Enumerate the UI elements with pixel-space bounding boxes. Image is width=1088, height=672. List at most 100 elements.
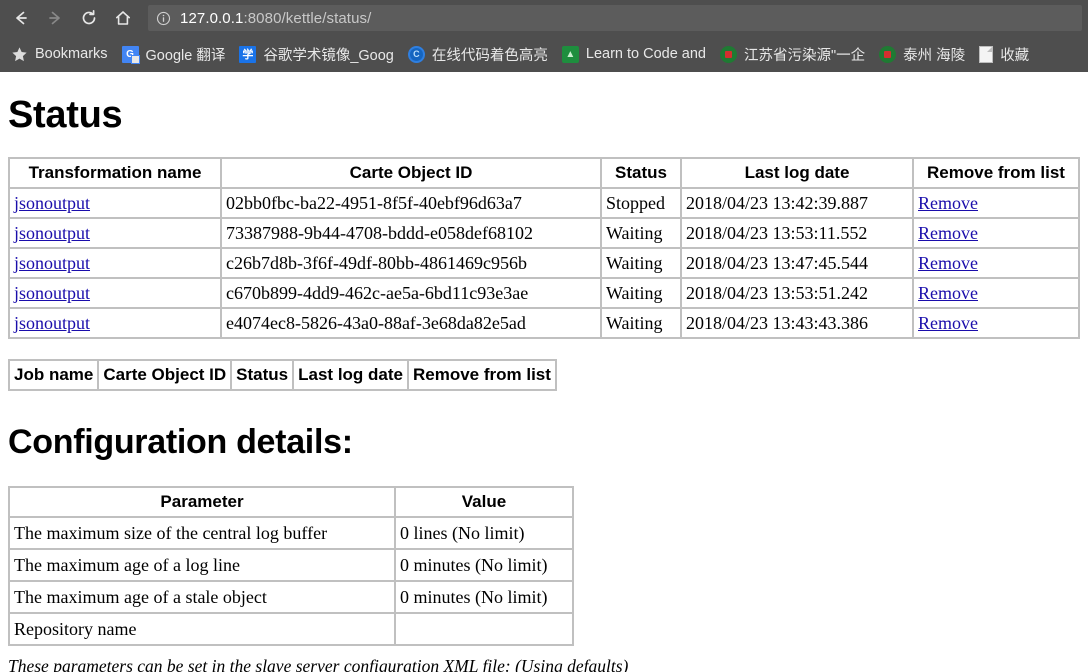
learn-to-code-icon: ▲ [561, 45, 579, 63]
cell-last-log-date: 2018/04/23 13:42:39.887 [681, 188, 913, 218]
table-row: jsonoutput 02bb0fbc-ba22-4951-8f5f-40ebf… [9, 188, 1079, 218]
cell-carte-object-id: c670b899-4dd9-462c-ae5a-6bd11c93e3ae [221, 278, 601, 308]
bookmark-item-google-scholar-mirror[interactable]: 学 谷歌学术镜像_Goog [232, 40, 401, 68]
column-header-carte-object-id: Carte Object ID [98, 360, 232, 390]
browser-chrome: 127.0.0.1:8080/kettle/status/ Bookmarks … [0, 0, 1088, 72]
cell-remove: Remove [913, 248, 1079, 278]
table-row: The maximum age of a log line 0 minutes … [9, 549, 573, 581]
column-header-remove-from-list: Remove from list [913, 158, 1079, 188]
bookmark-item-code-highlight[interactable]: C 在线代码着色高亮 [401, 40, 555, 68]
cell-carte-object-id: e4074ec8-5826-43a0-88af-3e68da82e5ad [221, 308, 601, 338]
remove-link[interactable]: Remove [918, 253, 978, 273]
table-row: jsonoutput c26b7d8b-3f6f-49df-80bb-48614… [9, 248, 1079, 278]
table-row: The maximum age of a stale object 0 minu… [9, 581, 573, 613]
reload-icon [79, 8, 99, 28]
cell-transformation-name: jsonoutput [9, 248, 221, 278]
configuration-table: Parameter Value The maximum size of the … [8, 486, 574, 646]
cell-last-log-date: 2018/04/23 13:53:11.552 [681, 218, 913, 248]
cell-transformation-name: jsonoutput [9, 188, 221, 218]
arrow-right-icon [45, 8, 65, 28]
jobs-table: Job name Carte Object ID Status Last log… [8, 359, 557, 391]
cell-parameter: The maximum age of a log line [9, 549, 395, 581]
arrow-left-icon [11, 8, 31, 28]
transformation-link[interactable]: jsonoutput [14, 253, 90, 273]
cell-parameter: The maximum age of a stale object [9, 581, 395, 613]
bookmark-item-favorites[interactable]: 收藏 [972, 40, 1036, 68]
cell-value: 0 minutes (No limit) [395, 549, 573, 581]
bookmark-item-taizhou-hailing[interactable]: 泰州 海陵 [872, 40, 972, 68]
cell-remove: Remove [913, 278, 1079, 308]
table-row: jsonoutput c670b899-4dd9-462c-ae5a-6bd11… [9, 278, 1079, 308]
table-header-row: Job name Carte Object ID Status Last log… [9, 360, 556, 390]
transformation-link[interactable]: jsonoutput [14, 313, 90, 333]
column-header-last-log-date: Last log date [681, 158, 913, 188]
url-host: 127.0.0.1 [180, 9, 244, 27]
address-bar[interactable]: 127.0.0.1:8080/kettle/status/ [148, 5, 1082, 31]
remove-link[interactable]: Remove [918, 283, 978, 303]
column-header-carte-object-id: Carte Object ID [221, 158, 601, 188]
address-bar-url: 127.0.0.1:8080/kettle/status/ [180, 10, 371, 27]
code-highlight-icon: C [407, 45, 425, 63]
cell-remove: Remove [913, 188, 1079, 218]
page-title: Status [8, 94, 123, 136]
table-row: The maximum size of the central log buff… [9, 517, 573, 549]
table-row: Repository name [9, 613, 573, 645]
configuration-note: These parameters can be set in the slave… [8, 656, 629, 672]
column-header-status: Status [231, 360, 294, 390]
cell-last-log-date: 2018/04/23 13:53:51.242 [681, 278, 913, 308]
bookmark-label: Google 翻译 [145, 47, 226, 64]
cell-last-log-date: 2018/04/23 13:47:45.544 [681, 248, 913, 278]
column-header-parameter: Parameter [9, 487, 395, 517]
cell-remove: Remove [913, 218, 1079, 248]
bookmark-item-bookmarks[interactable]: Bookmarks [4, 40, 115, 68]
cell-status: Waiting [601, 248, 681, 278]
bookmark-item-jiangsu-pollution[interactable]: 江苏省污染源"一企 [713, 40, 872, 68]
cell-parameter: The maximum size of the central log buff… [9, 517, 395, 549]
cell-parameter: Repository name [9, 613, 395, 645]
bookmark-label: 谷歌学术镜像_Goog [263, 47, 394, 64]
remove-link[interactable]: Remove [918, 223, 978, 243]
bookmark-item-google-translate[interactable]: G Google 翻译 [115, 40, 233, 68]
remove-link[interactable]: Remove [918, 313, 978, 333]
back-button[interactable] [4, 1, 38, 35]
bookmark-item-learn-to-code[interactable]: ▲ Learn to Code and [555, 40, 713, 68]
cell-status: Waiting [601, 308, 681, 338]
cell-status: Waiting [601, 278, 681, 308]
cell-last-log-date: 2018/04/23 13:43:43.386 [681, 308, 913, 338]
forward-button[interactable] [38, 1, 72, 35]
gov-emblem-icon [879, 45, 897, 63]
column-header-value: Value [395, 487, 573, 517]
cell-remove: Remove [913, 308, 1079, 338]
cell-transformation-name: jsonoutput [9, 308, 221, 338]
cell-carte-object-id: 73387988-9b44-4708-bddd-e058def68102 [221, 218, 601, 248]
home-icon [113, 8, 133, 28]
bookmarks-bar: Bookmarks G Google 翻译 学 谷歌学术镜像_Goog C 在线… [0, 36, 1088, 72]
cell-value: 0 lines (No limit) [395, 517, 573, 549]
remove-link[interactable]: Remove [918, 193, 978, 213]
transformation-link[interactable]: jsonoutput [14, 223, 90, 243]
url-path: :8080/kettle/status/ [243, 9, 372, 27]
info-circle-icon[interactable] [156, 11, 171, 26]
bookmark-label: 收藏 [1000, 47, 1030, 64]
browser-navigation-bar: 127.0.0.1:8080/kettle/status/ [0, 0, 1088, 36]
column-header-status: Status [601, 158, 681, 188]
bookmark-label: 江苏省污染源"一企 [744, 47, 866, 64]
cell-carte-object-id: 02bb0fbc-ba22-4951-8f5f-40ebf96d63a7 [221, 188, 601, 218]
bookmark-label: 在线代码着色高亮 [431, 47, 548, 64]
column-header-job-name: Job name [9, 360, 99, 390]
reload-button[interactable] [72, 1, 106, 35]
column-header-transformation-name: Transformation name [9, 158, 221, 188]
cell-status: Waiting [601, 218, 681, 248]
column-header-remove-from-list: Remove from list [408, 360, 556, 390]
bookmark-label: Learn to Code and [585, 46, 706, 62]
google-scholar-icon: 学 [239, 45, 257, 63]
home-button[interactable] [106, 1, 140, 35]
bookmark-label: Bookmarks [35, 46, 108, 62]
transformation-link[interactable]: jsonoutput [14, 193, 90, 213]
transformation-link[interactable]: jsonoutput [14, 283, 90, 303]
kettle-status-page: Status Transformation name Carte Object … [0, 72, 1088, 672]
cell-carte-object-id: c26b7d8b-3f6f-49df-80bb-4861469c956b [221, 248, 601, 278]
cell-transformation-name: jsonoutput [9, 278, 221, 308]
gov-emblem-icon [720, 45, 737, 63]
transformations-table: Transformation name Carte Object ID Stat… [8, 157, 1080, 339]
